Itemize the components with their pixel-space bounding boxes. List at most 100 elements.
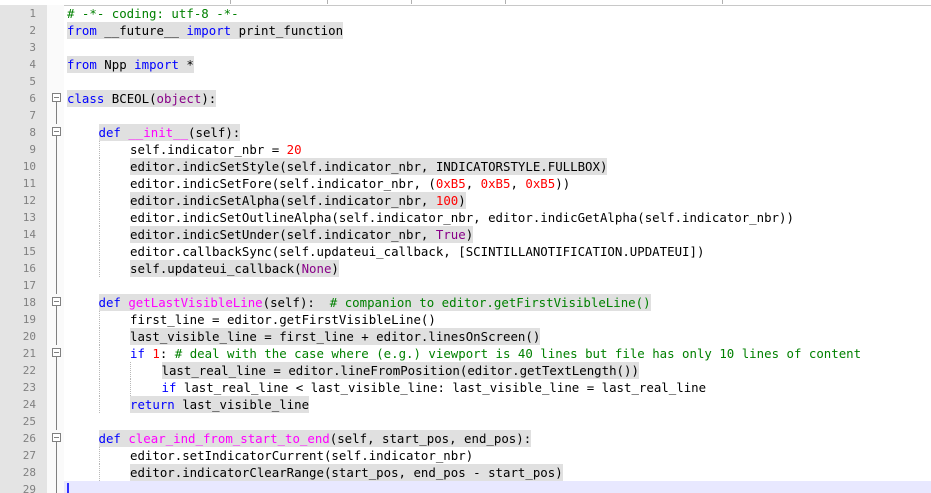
code-line[interactable]: 25: [0, 413, 931, 430]
code-line[interactable]: 4 from Npp import *: [0, 56, 931, 73]
code-token-plain: (self):: [262, 295, 330, 310]
text-caret: [67, 483, 69, 493]
code-token-comment: # -*- coding: utf-8 -*-: [67, 6, 239, 21]
code-line[interactable]: 5: [0, 73, 931, 90]
tab-segment[interactable]: [413, 0, 506, 4]
code-text: self.updateui_callback(None): [130, 260, 339, 277]
tab-segment[interactable]: [329, 0, 412, 4]
fold-line: [56, 362, 57, 379]
code-token-builtin: object: [156, 91, 202, 106]
code-token-plain: :: [159, 346, 175, 361]
code-text: class BCEOL(object):: [67, 90, 217, 107]
line-number: 9: [29, 143, 36, 156]
code-line[interactable]: 12 editor.indicSetAlpha(self.indicator_nb…: [0, 192, 931, 209]
code-line[interactable]: 15 editor.callbackSync(self.updateui_call…: [0, 243, 931, 260]
line-number: 14: [22, 228, 36, 241]
code-token-plain: editor.indicSetFore(self.indicator_nbr, …: [130, 176, 436, 191]
indent-guide: [98, 362, 100, 379]
code-token-number: 100: [435, 193, 459, 208]
code-text: editor.indicSetAlpha(self.indicator_nbr,…: [130, 192, 466, 209]
indent-guide: [98, 260, 100, 277]
code-line[interactable]: 24 return last_visible_line: [0, 396, 931, 413]
code-line[interactable]: 18 def getLastVisibleLine(self): # compan…: [0, 294, 931, 311]
code-token-plain: editor.indicSetStyle(self.indicator_nbr,…: [130, 159, 608, 174]
fold-line: [56, 277, 57, 294]
line-number: 15: [22, 245, 36, 258]
code-line[interactable]: 16 self.updateui_callback(None): [0, 260, 931, 277]
code-line[interactable]: 10 editor.indicSetStyle(self.indicator_nb…: [0, 158, 931, 175]
code-text: last_real_line = editor.lineFromPosition…: [161, 362, 639, 379]
code-line[interactable]: 11 editor.indicSetFore(self.indicator_nbr…: [0, 175, 931, 192]
code-token-defname: clear_ind_from_start_to_end: [120, 431, 330, 446]
code-line[interactable]: 13 editor.indicSetOutlineAlpha(self.indic…: [0, 209, 931, 226]
code-token-number: 20: [286, 142, 302, 157]
code-editor[interactable]: 1 # -*- coding: utf-8 -*- 2 from __future__…: [0, 0, 931, 493]
code-line[interactable]: 20 last_visible_line = first_line + edito…: [0, 328, 931, 345]
line-number: 8: [29, 126, 36, 139]
code-line[interactable]: 26 def clear_ind_from_start_to_end(self, …: [0, 430, 931, 447]
code-text: editor.indicSetStyle(self.indicator_nbr,…: [130, 158, 608, 175]
code-token-plain: last_visible_line: [174, 397, 310, 412]
code-text: editor.indicSetUnder(self.indicator_nbr,…: [130, 226, 474, 243]
indent-guide: [98, 328, 100, 345]
code-line[interactable]: 3: [0, 39, 931, 56]
code-line[interactable]: 29: [0, 481, 931, 493]
code-token-builtin: True: [435, 227, 466, 242]
tab-segment[interactable]: [0, 0, 231, 4]
code-token-plain: (self, start_pos, end_pos):: [329, 431, 532, 446]
code-line[interactable]: 28 editor.indicatorClearRange(start_pos, …: [0, 464, 931, 481]
code-line[interactable]: 27 editor.setIndicatorCurrent(self.indica…: [0, 447, 931, 464]
code-token-plain: ):: [201, 91, 217, 106]
code-line[interactable]: 2 from __future__ import print_function: [0, 22, 931, 39]
line-number: 23: [22, 381, 36, 394]
code-line[interactable]: 17: [0, 277, 931, 294]
code-token-plain: print_function: [231, 23, 344, 38]
code-line[interactable]: 23 if last_real_line < last_visible_line:…: [0, 379, 931, 396]
indent-guide: [98, 192, 100, 209]
line-number: 13: [22, 211, 36, 224]
code-token-keyword: if: [130, 346, 145, 361]
fold-line: [56, 396, 57, 413]
code-line[interactable]: 1 # -*- coding: utf-8 -*-: [0, 5, 931, 22]
indent-guide: [98, 226, 100, 243]
code-text: from Npp import *: [67, 56, 194, 73]
code-token-defname: __init__: [120, 125, 189, 140]
code-token-number: 0xB5: [480, 176, 511, 191]
code-line[interactable]: 21 if 1: # deal with the case where (e.g.…: [0, 345, 931, 362]
fold-collapse-icon[interactable]: [52, 348, 61, 357]
code-line[interactable]: 7: [0, 107, 931, 124]
tab-segment[interactable]: [507, 0, 723, 4]
fold-line: [56, 311, 57, 328]
line-number: 28: [22, 466, 36, 479]
code-line[interactable]: 22 last_real_line = editor.lineFromPositi…: [0, 362, 931, 379]
code-token-plain: ): [331, 261, 339, 276]
indent-guide: [130, 379, 131, 396]
tab-segment[interactable]: [232, 0, 328, 4]
code-token-plain: first_line = editor.getFirstVisibleLine(…: [130, 312, 436, 327]
code-token-defname: getLastVisibleLine: [120, 295, 263, 310]
code-text: editor.indicSetFore(self.indicator_nbr, …: [130, 175, 570, 192]
code-token-number: 0xB5: [435, 176, 466, 191]
fold-collapse-icon[interactable]: [52, 297, 61, 306]
indent-guide: [98, 311, 100, 328]
current-line-highlight: [64, 481, 931, 493]
code-line[interactable]: 19 first_line = editor.getFirstVisibleLin…: [0, 311, 931, 328]
code-token-plain: editor.indicSetAlpha(self.indicator_nbr,: [130, 193, 436, 208]
code-text: # -*- coding: utf-8 -*-: [67, 5, 239, 22]
fold-collapse-icon[interactable]: [52, 433, 61, 442]
code-text: last_visible_line = first_line + editor.…: [130, 328, 541, 345]
fold-collapse-icon[interactable]: [52, 127, 61, 136]
code-line[interactable]: 6 class BCEOL(object):: [0, 90, 931, 107]
code-line[interactable]: 9 self.indicator_nbr = 20: [0, 141, 931, 158]
fold-collapse-icon[interactable]: [52, 93, 61, 102]
indent-guide: [98, 396, 100, 413]
code-line[interactable]: 14 editor.indicSetUnder(self.indicator_nb…: [0, 226, 931, 243]
code-line[interactable]: 8 def __init__(self):: [0, 124, 931, 141]
line-number: 3: [29, 41, 36, 54]
code-token-plain: ): [458, 193, 466, 208]
code-token-plain: ): [465, 227, 474, 242]
code-token-comment: # deal with the case where (e.g.) viewpo…: [174, 346, 862, 361]
code-text: def __init__(self):: [98, 124, 241, 141]
code-text: self.indicator_nbr = 20: [130, 141, 302, 158]
code-text: editor.callbackSync(self.updateui_callba…: [130, 243, 704, 260]
